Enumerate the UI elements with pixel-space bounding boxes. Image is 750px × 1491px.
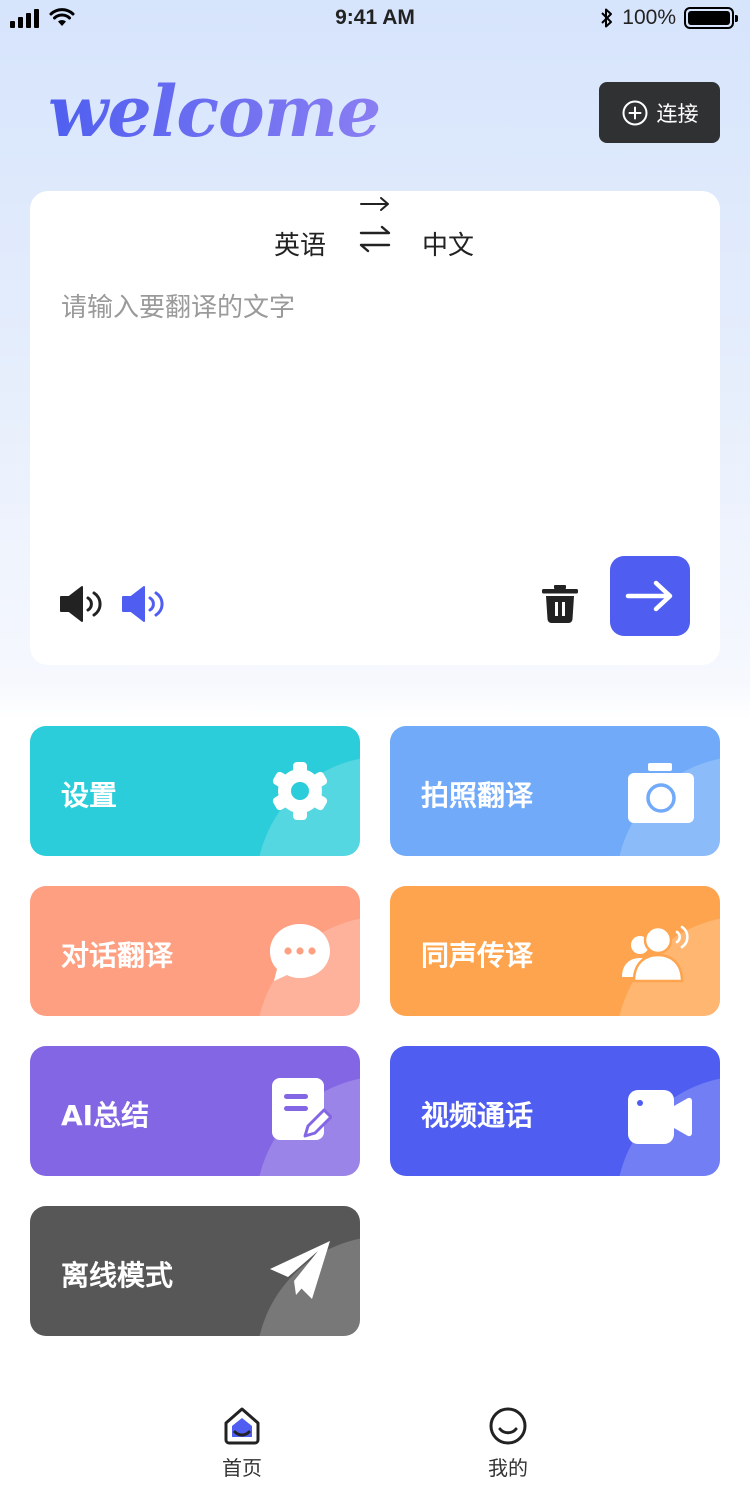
feature-label: 同声传译 xyxy=(421,939,534,972)
target-language[interactable]: 中文 xyxy=(422,225,474,262)
speaker-active-icon[interactable] xyxy=(120,584,170,624)
language-selector: 英语 中文 xyxy=(30,191,720,281)
translate-button[interactable] xyxy=(610,556,690,636)
feature-simultaneous-interpretation[interactable]: 同声传译 xyxy=(390,886,720,1016)
smile-face-icon xyxy=(489,1407,527,1445)
battery-fill xyxy=(688,11,730,25)
feature-label: 对话翻译 xyxy=(61,939,174,972)
connect-label: 连接 xyxy=(656,101,699,126)
home-icon xyxy=(224,1407,260,1445)
gear-icon xyxy=(268,756,332,826)
plus-circle-icon xyxy=(622,100,647,125)
speaker-icon[interactable] xyxy=(58,584,108,624)
chat-bubble-icon xyxy=(268,918,332,988)
arrow-right-icon xyxy=(360,197,389,211)
feature-label: AI总结 xyxy=(61,1099,150,1132)
trash-icon[interactable] xyxy=(540,583,580,625)
feature-video-call[interactable]: 视频通话 xyxy=(390,1046,720,1176)
tab-home-label: 首页 xyxy=(222,1456,262,1480)
feature-label: 拍照翻译 xyxy=(421,779,534,812)
battery-icon xyxy=(684,7,738,29)
paper-plane-icon xyxy=(268,1236,332,1306)
feature-ai-summary[interactable]: AI总结 xyxy=(30,1046,360,1176)
tab-home[interactable]: 首页 xyxy=(192,1406,292,1481)
translate-card: 英语 中文 请输入要翻译的文字 xyxy=(30,191,720,665)
tab-mine-label: 我的 xyxy=(488,1456,528,1480)
people-sound-icon xyxy=(620,918,694,988)
battery-percent: 100% xyxy=(622,6,676,29)
feature-photo-translate[interactable]: 拍照翻译 xyxy=(390,726,720,856)
feature-settings[interactable]: 设置 xyxy=(30,726,360,856)
feature-label: 视频通话 xyxy=(421,1099,534,1132)
feature-label: 设置 xyxy=(61,779,118,812)
camera-icon xyxy=(626,758,696,828)
arrow-right-icon xyxy=(625,580,673,612)
video-camera-icon xyxy=(624,1082,694,1152)
status-right: 100% xyxy=(600,6,738,30)
welcome-title: welcome xyxy=(48,70,381,153)
source-language[interactable]: 英语 xyxy=(274,225,326,262)
tab-mine[interactable]: 我的 xyxy=(458,1406,558,1481)
translation-input[interactable]: 请输入要翻译的文字 xyxy=(61,287,295,324)
status-bar: 9:41 AM 100% xyxy=(0,0,750,40)
feature-dialogue-translate[interactable]: 对话翻译 xyxy=(30,886,360,1016)
feature-offline-mode[interactable]: 离线模式 xyxy=(30,1206,360,1336)
bluetooth-icon xyxy=(601,8,613,28)
feature-label: 离线模式 xyxy=(61,1259,174,1292)
swap-language-icon[interactable] xyxy=(357,223,393,255)
note-edit-icon xyxy=(268,1076,332,1146)
connect-button[interactable]: 连接 xyxy=(599,82,720,143)
